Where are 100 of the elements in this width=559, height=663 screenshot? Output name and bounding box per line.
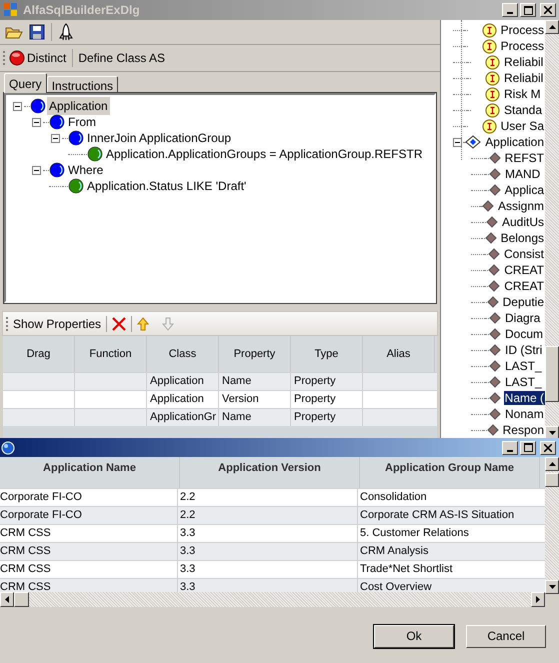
show-properties-button[interactable]: Show Properties bbox=[13, 314, 102, 332]
diamond-icon bbox=[486, 296, 499, 308]
interface-icon bbox=[485, 54, 500, 70]
tree-node[interactable]: Applica bbox=[504, 183, 545, 197]
delete-icon[interactable] bbox=[112, 316, 126, 330]
tree-node[interactable]: Application.Status LIKE 'Draft' bbox=[85, 177, 248, 195]
diamond-icon bbox=[489, 168, 501, 180]
tree-node[interactable]: InnerJoin ApplicationGroup bbox=[85, 129, 234, 147]
app-icon bbox=[3, 2, 19, 18]
scrollbar-thumb[interactable] bbox=[14, 592, 29, 607]
diamond-icon bbox=[488, 152, 501, 164]
table-cell-text: 5. Customer Relations bbox=[359, 526, 470, 542]
table-cell: Name bbox=[219, 409, 291, 426]
define-class-button[interactable]: Define Class AS bbox=[78, 49, 166, 67]
tab[interactable]: Query bbox=[4, 73, 47, 93]
scroll-up-icon[interactable] bbox=[548, 25, 556, 29]
tree-node[interactable]: From bbox=[66, 113, 98, 131]
tree-node[interactable]: AuditUs bbox=[500, 215, 545, 229]
rocket-icon[interactable] bbox=[58, 23, 74, 41]
tree-node[interactable]: Reliabil bbox=[503, 55, 544, 69]
collapse-icon[interactable] bbox=[32, 166, 40, 174]
diamond-icon bbox=[486, 424, 499, 436]
distinct-button[interactable]: Distinct bbox=[9, 49, 72, 67]
vertical-scrollbar[interactable] bbox=[545, 20, 559, 440]
tree-node[interactable]: Process bbox=[500, 23, 545, 37]
collapse-icon[interactable] bbox=[12, 102, 22, 110]
diamond-icon bbox=[489, 376, 501, 388]
vertical-scrollbar[interactable] bbox=[545, 457, 559, 594]
tree-node[interactable]: CREAT bbox=[503, 279, 545, 293]
collapse-icon[interactable] bbox=[50, 134, 60, 142]
tree-node[interactable]: Respon bbox=[502, 423, 545, 437]
diamond-icon bbox=[489, 344, 501, 356]
horizontal-scrollbar[interactable] bbox=[0, 592, 545, 607]
minimize-button[interactable] bbox=[502, 3, 518, 17]
close-icon bbox=[544, 6, 552, 14]
scroll-up-icon[interactable] bbox=[548, 462, 556, 466]
close-button[interactable] bbox=[540, 440, 556, 454]
maximize-icon bbox=[524, 6, 532, 14]
condition-icon bbox=[68, 178, 84, 194]
diamond-icon bbox=[489, 328, 501, 340]
minimize-button[interactable] bbox=[502, 440, 518, 454]
tree-node[interactable]: LAST_ bbox=[504, 359, 543, 373]
tree-node[interactable]: CREAT bbox=[503, 263, 545, 277]
tree-node[interactable]: LAST_ bbox=[504, 375, 543, 389]
collapse-icon[interactable] bbox=[32, 118, 40, 126]
tree-node[interactable]: Application bbox=[484, 135, 545, 149]
tree-node[interactable]: Risk M bbox=[503, 87, 542, 101]
close-button[interactable] bbox=[540, 3, 556, 17]
scrollbar-thumb[interactable] bbox=[545, 346, 559, 402]
minimize-icon bbox=[507, 12, 513, 14]
tree-node[interactable]: Assignm bbox=[496, 199, 545, 213]
scroll-left-icon[interactable] bbox=[5, 596, 9, 603]
diamond-icon bbox=[489, 312, 501, 324]
tree-node[interactable]: Reliabil bbox=[503, 71, 544, 85]
scrollbar-thumb[interactable] bbox=[545, 473, 559, 487]
node-icon bbox=[30, 98, 46, 114]
tree-node[interactable]: REFST bbox=[504, 151, 545, 165]
save-icon[interactable] bbox=[29, 24, 45, 40]
tree-node[interactable]: ID (Stri bbox=[504, 343, 544, 357]
scroll-down-icon[interactable] bbox=[548, 431, 556, 435]
ok-button[interactable]: Ok bbox=[374, 624, 454, 648]
cancel-button[interactable]: Cancel bbox=[466, 624, 546, 648]
interface-icon bbox=[482, 22, 497, 38]
tree-node[interactable]: Application bbox=[47, 97, 110, 115]
table-cell: Property bbox=[291, 409, 363, 426]
maximize-icon bbox=[524, 443, 532, 452]
diamond-icon bbox=[486, 216, 498, 228]
tab[interactable]: Instructions bbox=[46, 76, 118, 93]
diamond-icon bbox=[489, 408, 501, 420]
node-icon bbox=[49, 162, 65, 178]
tree-node[interactable]: Standa bbox=[503, 103, 544, 117]
table-cell-text: CRM Analysis bbox=[359, 544, 430, 560]
tree-node[interactable]: Nonam bbox=[504, 407, 545, 421]
tree-node[interactable]: Docum bbox=[504, 327, 544, 341]
tree-node[interactable]: User Sa bbox=[500, 119, 545, 133]
collapse-icon[interactable] bbox=[453, 138, 462, 146]
up-arrow-icon[interactable] bbox=[137, 316, 150, 330]
table-cell-text: Corporate CRM AS-IS Situation bbox=[359, 508, 516, 524]
tree-node[interactable]: Deputie bbox=[502, 295, 545, 309]
tree-node[interactable]: Application.ApplicationGroups = ApplicationGroup.REFSTR bbox=[104, 145, 424, 163]
table-cell: ApplicationGr bbox=[147, 409, 219, 426]
diamond-icon bbox=[488, 184, 501, 196]
scroll-right-icon[interactable] bbox=[536, 596, 540, 603]
tree-node[interactable]: Process bbox=[500, 39, 545, 53]
tree-node[interactable]: Where bbox=[66, 161, 106, 179]
maximize-button[interactable] bbox=[520, 3, 536, 17]
tree-node[interactable]: MAND bbox=[504, 167, 542, 181]
node-icon bbox=[49, 114, 65, 130]
table-cell-text: Consolidation bbox=[359, 490, 428, 506]
tree-node[interactable]: Consist bbox=[502, 247, 545, 261]
interface-icon bbox=[485, 70, 500, 86]
maximize-button[interactable] bbox=[520, 440, 536, 454]
interface-icon bbox=[485, 102, 500, 118]
table-cell-text: Trade*Net Shortlist bbox=[359, 562, 454, 578]
minimize-icon bbox=[507, 450, 513, 452]
scroll-down-icon[interactable] bbox=[548, 585, 556, 589]
tree-node[interactable]: Name ( bbox=[504, 391, 545, 405]
tree-node[interactable]: Diagra bbox=[504, 311, 542, 325]
tree-node[interactable]: Belongs bbox=[500, 231, 545, 245]
diamond-icon bbox=[484, 232, 497, 244]
